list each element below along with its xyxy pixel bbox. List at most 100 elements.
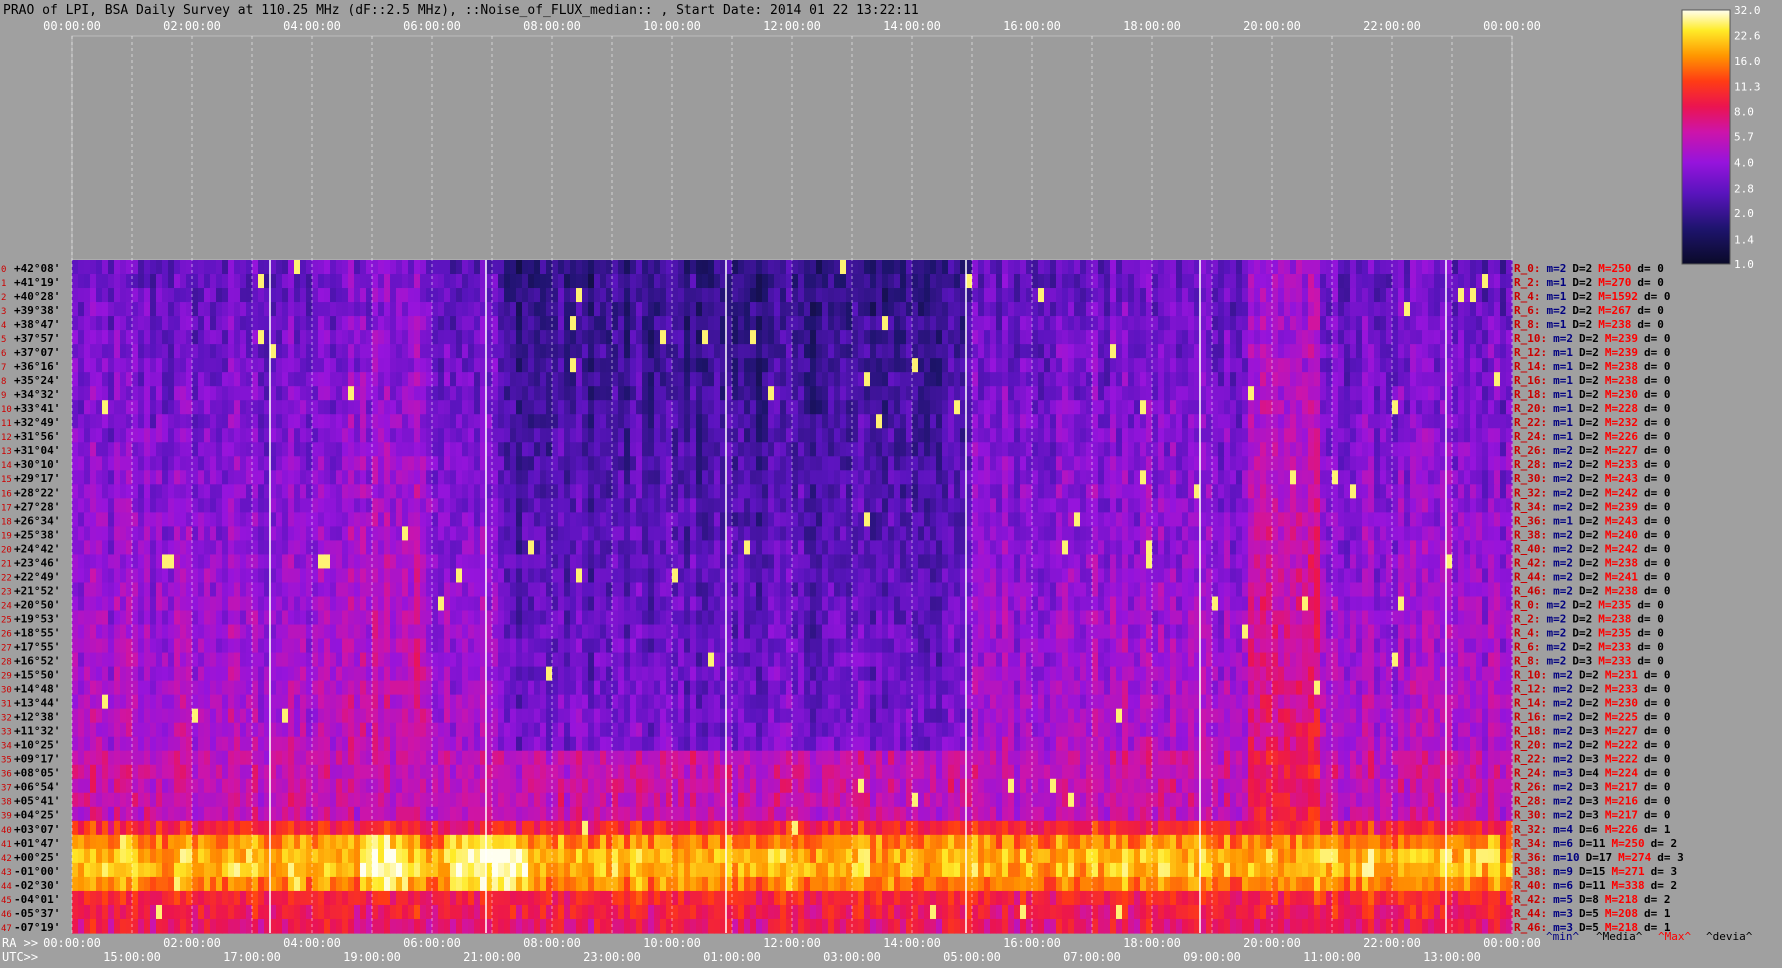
row-stat-m: m=2 xyxy=(1553,332,1573,345)
row-stat-m: m=1 xyxy=(1547,290,1567,303)
row-stat-d: d= 3 xyxy=(1657,851,1684,864)
y-declination-label: +09°17' xyxy=(14,753,60,766)
row-stat-label: R_24: xyxy=(1514,767,1547,780)
row-stat-label: R_8: xyxy=(1514,318,1541,331)
row-stat-d: d= 0 xyxy=(1644,416,1671,429)
y-declination-label: +20°50' xyxy=(14,598,60,611)
row-stat-d: d= 0 xyxy=(1644,500,1671,513)
x-axis-top: 00:00:00 02:00:00 04:00:00 06:00:00 08:00:00… xyxy=(43,19,1541,33)
row-stat-label: R_20: xyxy=(1514,402,1547,415)
row-stat-d: d= 0 xyxy=(1637,612,1664,625)
row-stat-D: D=8 xyxy=(1579,893,1599,906)
colorbar-tick-label: 2.8 xyxy=(1734,183,1754,196)
row-index-number: 14 xyxy=(1,461,12,471)
x-bottom-utc-tick-label: 17:00:00 xyxy=(223,950,281,964)
row-stat-D: D=2 xyxy=(1579,683,1599,696)
y-declination-label: +29°17' xyxy=(14,472,60,485)
row-stat-m: m=2 xyxy=(1553,458,1573,471)
row-stat-M: M=239 xyxy=(1605,332,1638,345)
y-declination-label: +36°16' xyxy=(14,360,60,373)
y-declination-label: -04°01' xyxy=(14,893,60,906)
row-stat-m: m=2 xyxy=(1553,669,1573,682)
row-stat-M: M=235 xyxy=(1598,598,1631,611)
row-stat-d: d= 0 xyxy=(1644,458,1671,471)
row-stat-label: R_28: xyxy=(1514,458,1547,471)
row-stat-d: d= 0 xyxy=(1644,753,1671,766)
row-stats-line: R_6: m=2 D=2 M=233 d= 0 xyxy=(1514,640,1664,653)
row-stat-label: R_30: xyxy=(1514,809,1547,822)
row-stat-label: R_18: xyxy=(1514,725,1547,738)
x-bottom-utc-tick-label: 23:00:00 xyxy=(583,950,641,964)
row-stat-m: m=2 xyxy=(1547,612,1567,625)
y-declination-label: +32°49' xyxy=(14,416,60,429)
row-stat-label: R_46: xyxy=(1514,921,1547,934)
row-stat-label: R_38: xyxy=(1514,528,1547,541)
row-stat-label: R_20: xyxy=(1514,739,1547,752)
row-index-number: 46 xyxy=(1,910,12,920)
row-stats-line: R_14: m=1 D=2 M=238 d= 0 xyxy=(1514,360,1671,373)
row-stat-m: m=2 xyxy=(1553,472,1573,485)
row-stat-D: D=2 xyxy=(1579,402,1599,415)
row-stat-m: m=2 xyxy=(1553,570,1573,583)
row-stat-m: m=2 xyxy=(1553,556,1573,569)
row-stat-M: M=238 xyxy=(1598,612,1631,625)
row-stats-line: R_24: m=1 D=2 M=226 d= 0 xyxy=(1514,430,1671,443)
row-stat-d: d= 0 xyxy=(1637,626,1664,639)
row-stat-m: m=2 xyxy=(1553,711,1573,724)
row-stat-D: D=3 xyxy=(1579,781,1599,794)
row-stat-m: m=3 xyxy=(1553,767,1573,780)
row-stat-d: d= 0 xyxy=(1644,711,1671,724)
row-stat-d: d= 0 xyxy=(1644,360,1671,373)
row-index-number: 42 xyxy=(1,854,12,864)
row-stat-m: m=2 xyxy=(1547,655,1567,668)
row-stat-D: D=2 xyxy=(1572,290,1592,303)
row-stat-M: M=233 xyxy=(1605,683,1638,696)
row-stat-m: m=1 xyxy=(1553,402,1573,415)
row-stat-label: R_18: xyxy=(1514,388,1547,401)
row-index-number: 21 xyxy=(1,559,12,569)
x-bottom-ra-tick-label: 22:00:00 xyxy=(1363,936,1421,950)
row-stats-line: R_20: m=1 D=2 M=228 d= 0 xyxy=(1514,402,1671,415)
row-stats-line: R_2: m=2 D=2 M=238 d= 0 xyxy=(1514,612,1664,625)
ra-axis-label: RA >> xyxy=(2,936,38,950)
stats-footer-label: ^Media^ xyxy=(1596,930,1643,943)
x-top-tick-label: 22:00:00 xyxy=(1363,19,1421,33)
row-stat-d: d= 0 xyxy=(1644,388,1671,401)
row-stat-M: M=270 xyxy=(1598,276,1631,289)
row-stat-D: D=2 xyxy=(1579,416,1599,429)
y-declination-label: +37°07' xyxy=(14,346,60,359)
row-stat-d: d= 0 xyxy=(1644,472,1671,485)
row-index-number: 20 xyxy=(1,545,12,555)
row-stat-M: M=250 xyxy=(1612,837,1645,850)
row-stats-line: R_8: m=2 D=3 M=233 d= 0 xyxy=(1514,655,1664,668)
y-declination-label: +19°53' xyxy=(14,612,60,625)
row-index-number: 29 xyxy=(1,672,12,682)
row-stat-label: R_34: xyxy=(1514,500,1547,513)
row-stat-D: D=2 xyxy=(1579,669,1599,682)
x-bottom-utc-tick-label: 11:00:00 xyxy=(1303,950,1361,964)
row-stats-line: R_0: m=2 D=2 M=235 d= 0 xyxy=(1514,598,1664,611)
row-stat-M: M=231 xyxy=(1605,669,1638,682)
y-declination-label: +21°52' xyxy=(14,584,60,597)
row-stat-M: M=238 xyxy=(1605,584,1638,597)
row-stat-D: D=17 xyxy=(1586,851,1613,864)
row-stat-m: m=4 xyxy=(1553,823,1573,836)
y-declination-label: -01°00' xyxy=(14,865,60,878)
row-index-number: 3 xyxy=(1,307,6,317)
row-stat-label: R_0: xyxy=(1514,262,1541,275)
colorbar-tick-label: 32.0 xyxy=(1734,4,1761,17)
row-stats-line: R_44: m=2 D=2 M=241 d= 0 xyxy=(1514,570,1671,583)
x-top-tick-label: 04:00:00 xyxy=(283,19,341,33)
row-stats-line: R_38: m=9 D=15 M=271 d= 3 xyxy=(1514,865,1677,878)
row-stats-line: R_30: m=2 D=3 M=217 d= 0 xyxy=(1514,809,1671,822)
y-declination-label: +27°28' xyxy=(14,500,60,513)
row-index-number: 2 xyxy=(1,293,6,303)
row-stat-m: m=1 xyxy=(1553,388,1573,401)
y-declination-label: +08°05' xyxy=(14,767,60,780)
y-declination-label: +12°38' xyxy=(14,711,60,724)
row-stat-D: D=2 xyxy=(1579,332,1599,345)
row-index-number: 11 xyxy=(1,419,12,429)
row-stat-M: M=233 xyxy=(1598,640,1631,653)
row-stat-M: M=208 xyxy=(1605,907,1638,920)
row-stat-m: m=3 xyxy=(1553,907,1573,920)
